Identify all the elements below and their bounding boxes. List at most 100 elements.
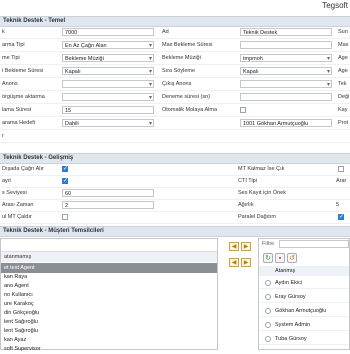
checkbox[interactable] [338,166,344,172]
radio-button[interactable] [265,294,271,300]
list-item[interactable]: Eray Gürsoy [259,291,349,303]
field-input[interactable] [240,41,332,49]
field-label: MT Kalmaz İse Çık [238,166,285,172]
field-label: Ses Kayıt için Önek [238,190,286,196]
list-item-label: Eray Gürsoy [275,294,306,300]
form-row: arama Hedefi Dahili 1001 Gökhan Armutçuoğl… [0,118,350,130]
arrow-left-icon: ◀ [231,244,237,250]
field-label: Age [338,55,348,61]
refresh-button[interactable]: ↻ [263,253,273,263]
field-label: Tek [338,81,347,87]
field-label: i Bekleme Süresi [2,68,44,74]
field-input[interactable]: Bekleme Müziği [62,54,154,62]
field-input[interactable]: 15 [62,106,154,114]
radio-button[interactable] [265,280,271,286]
field-input[interactable] [240,93,332,101]
field-label: Bekleme Müziği [162,55,201,61]
arrow-right-icon: ▶ [243,244,249,250]
field-label: CTI Tipi [238,178,257,184]
section-header-general[interactable]: Teknik Destek - Temel [0,16,350,27]
save-icon: ▪ [278,255,282,262]
field-input[interactable]: Dahili [62,119,154,127]
save-button[interactable]: ▪ [275,253,285,263]
form-row: Anons Çıkış Anons Tek [0,79,350,91]
field-input[interactable] [62,80,154,88]
section-header-agents[interactable]: Teknik Destek - Müşteri Temsilcileri [0,226,350,237]
assigned-panel: Filtre ↻ ▪ ↺ Atanmış Aydın Ekici Eray Gür… [258,238,350,350]
unassigned-panel: atanmamış et test Agent kan Raya ano Agent… [0,238,218,352]
checkbox[interactable] [62,177,68,184]
filter-label: Filtre [262,241,275,247]
field-input[interactable]: 1001 Gökhan Armutçuoğlu [240,119,332,127]
form-row: ayıt CTI Tipi Arar [0,176,350,188]
checkbox[interactable] [62,165,68,172]
top-bar: Tegsoft [0,0,350,14]
field-label: Max [338,42,349,48]
arrow-right-icon: ▶ [243,260,249,266]
field-input[interactable]: 7000 [62,28,154,36]
field-label: Dışada Çağrı Alır [2,166,44,172]
form-row: i Bekleme Süresi Kapalı Sıra Söyleme Kapalı… [0,66,350,78]
unassigned-header: atanmamış [1,252,217,262]
field-label: Ad [162,29,169,35]
list-item[interactable]: Aydın Ekici [259,277,349,289]
field-input[interactable]: Kapalı [62,67,154,75]
field-label: Arası Zaman [2,202,34,208]
list-item[interactable]: System Admin [259,319,349,331]
list-item[interactable]: Tuba Gürsoy [259,333,349,345]
list-item[interactable]: Gökhan Armutçuoğlu [259,305,349,317]
list-item-label: Tuba Gürsoy [275,336,307,342]
field-input[interactable]: tmpmoh [240,54,332,62]
section-title: Teknik Destek - Gelişmiş [3,155,74,161]
field-input[interactable]: Teknik Destek [240,28,332,36]
arrow-left-icon: ◀ [231,260,237,266]
form-row: s Seviyesi 60 Ses Kayıt için Önek [0,188,350,200]
checkbox[interactable] [240,107,246,113]
form-row: lama Süresi 15 Otomatik Molaya Alma Kay [0,105,350,117]
checkbox[interactable] [338,213,344,220]
field-input[interactable] [62,93,154,101]
field-input[interactable]: Kapalı [240,67,332,75]
field-label: Ağırlık [238,202,254,208]
filter-input[interactable] [279,240,349,248]
field-label: Anons [2,81,18,87]
field-label: Çıkış Anons [162,81,192,87]
field-label: k [2,29,5,35]
field-label: örgüşme aktarma [2,94,45,100]
form-row: arma Tipi En Az Çağrı Alan Max Bekleme Sür… [0,40,350,52]
reset-button[interactable]: ↺ [287,253,297,263]
field-label: Kay [338,107,348,113]
field-input[interactable] [240,80,332,88]
unassigned-search[interactable] [1,239,217,252]
move-right-button[interactable]: ▶ [241,242,251,251]
field-input[interactable]: 60 [62,189,154,197]
field-label: arama Hedefi [2,120,36,126]
move-all-left-button[interactable]: ◀ [229,258,239,267]
move-left-button[interactable]: ◀ [229,242,239,251]
list-item-label: Gökhan Armutçuoğlu [275,308,327,314]
field-label: Age [338,68,348,74]
brand-name: Tegsoft [322,1,348,10]
form-row: Arası Zaman 2 Ağırlık 5 [0,200,350,212]
radio-button[interactable] [265,308,271,314]
refresh-icon: ↻ [265,255,271,262]
field-input[interactable]: En Az Çağrı Alan [62,41,154,49]
section-header-advanced[interactable]: Teknik Destek - Gelişmiş [0,153,350,164]
field-label: lama Süresi [2,107,32,113]
field-label: Prot [338,120,349,126]
list-item[interactable]: soft Supervisor [1,344,217,354]
field-label: Deği [338,94,350,100]
form-row: r [0,131,350,143]
form-row: örgüşme aktarma Deneme süresi (sn) Deği [0,92,350,104]
field-label: me Tipi [2,55,20,61]
checkbox[interactable] [62,214,68,220]
field-input[interactable]: 2 [62,201,154,209]
radio-button[interactable] [265,336,271,342]
assigned-header: Atanmış [259,266,349,276]
field-label: Sun [338,29,348,35]
move-all-right-button[interactable]: ▶ [241,258,251,267]
list-item-label: System Admin [275,322,311,328]
reset-icon: ↺ [289,255,295,262]
field-value: Arar [336,178,347,184]
radio-button[interactable] [265,322,271,328]
